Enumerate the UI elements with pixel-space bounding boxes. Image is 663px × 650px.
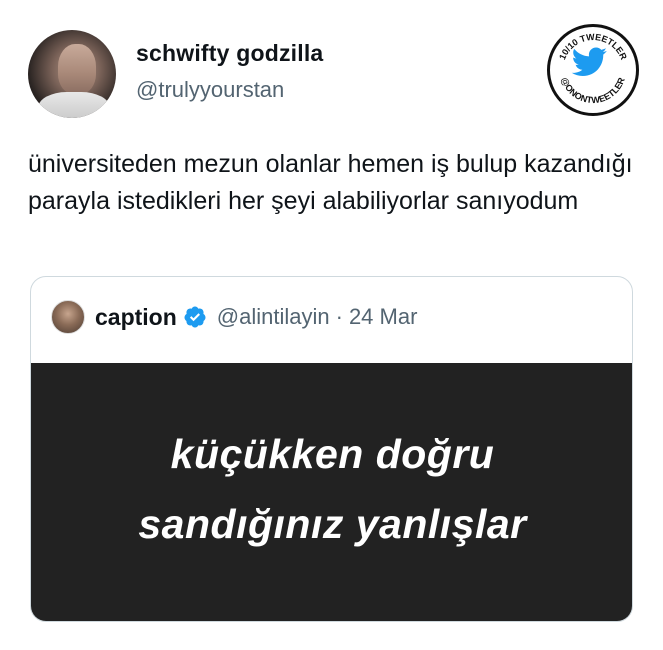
- verified-badge-icon: [184, 306, 206, 328]
- avatar-shirt: [38, 92, 110, 118]
- image-caption-line-2: sandığınız yanlışlar: [138, 501, 527, 547]
- author-handle[interactable]: @trulyyourstan: [136, 77, 284, 103]
- svg-text:@ONONTWEETLER: @ONONTWEETLER: [559, 76, 627, 106]
- quoted-author-handle[interactable]: @alintilayin: [217, 304, 330, 330]
- twitter-bird-icon: 10/10 TWEETLER @ONONTWEETLER: [557, 32, 629, 106]
- image-caption-line-1: küçükken doğru: [170, 431, 495, 477]
- meta-separator: ·: [335, 304, 343, 329]
- quoted-tweet-image[interactable]: küçükken doğru sandığınız yanlışlar: [31, 363, 632, 621]
- tweet-text: üniversiteden mezun olanlar hemen iş bul…: [28, 150, 633, 215]
- watermark-badge: 10/10 TWEETLER @ONONTWEETLER: [547, 24, 639, 116]
- quoted-tweet-date[interactable]: 24 Mar: [349, 304, 417, 330]
- quoted-tweet-card[interactable]: caption @alintilayin · 24 Mar küçükken d…: [30, 276, 633, 622]
- quoted-tweet-header: caption @alintilayin · 24 Mar: [51, 297, 417, 337]
- badge-bottom-text: @ONONTWEETLER: [559, 76, 627, 106]
- quoted-author-name[interactable]: caption: [95, 304, 177, 331]
- author-avatar[interactable]: [28, 30, 116, 118]
- author-display-name[interactable]: schwifty godzilla: [136, 40, 323, 67]
- quoted-author-avatar[interactable]: [51, 300, 85, 334]
- avatar-face: [58, 44, 96, 94]
